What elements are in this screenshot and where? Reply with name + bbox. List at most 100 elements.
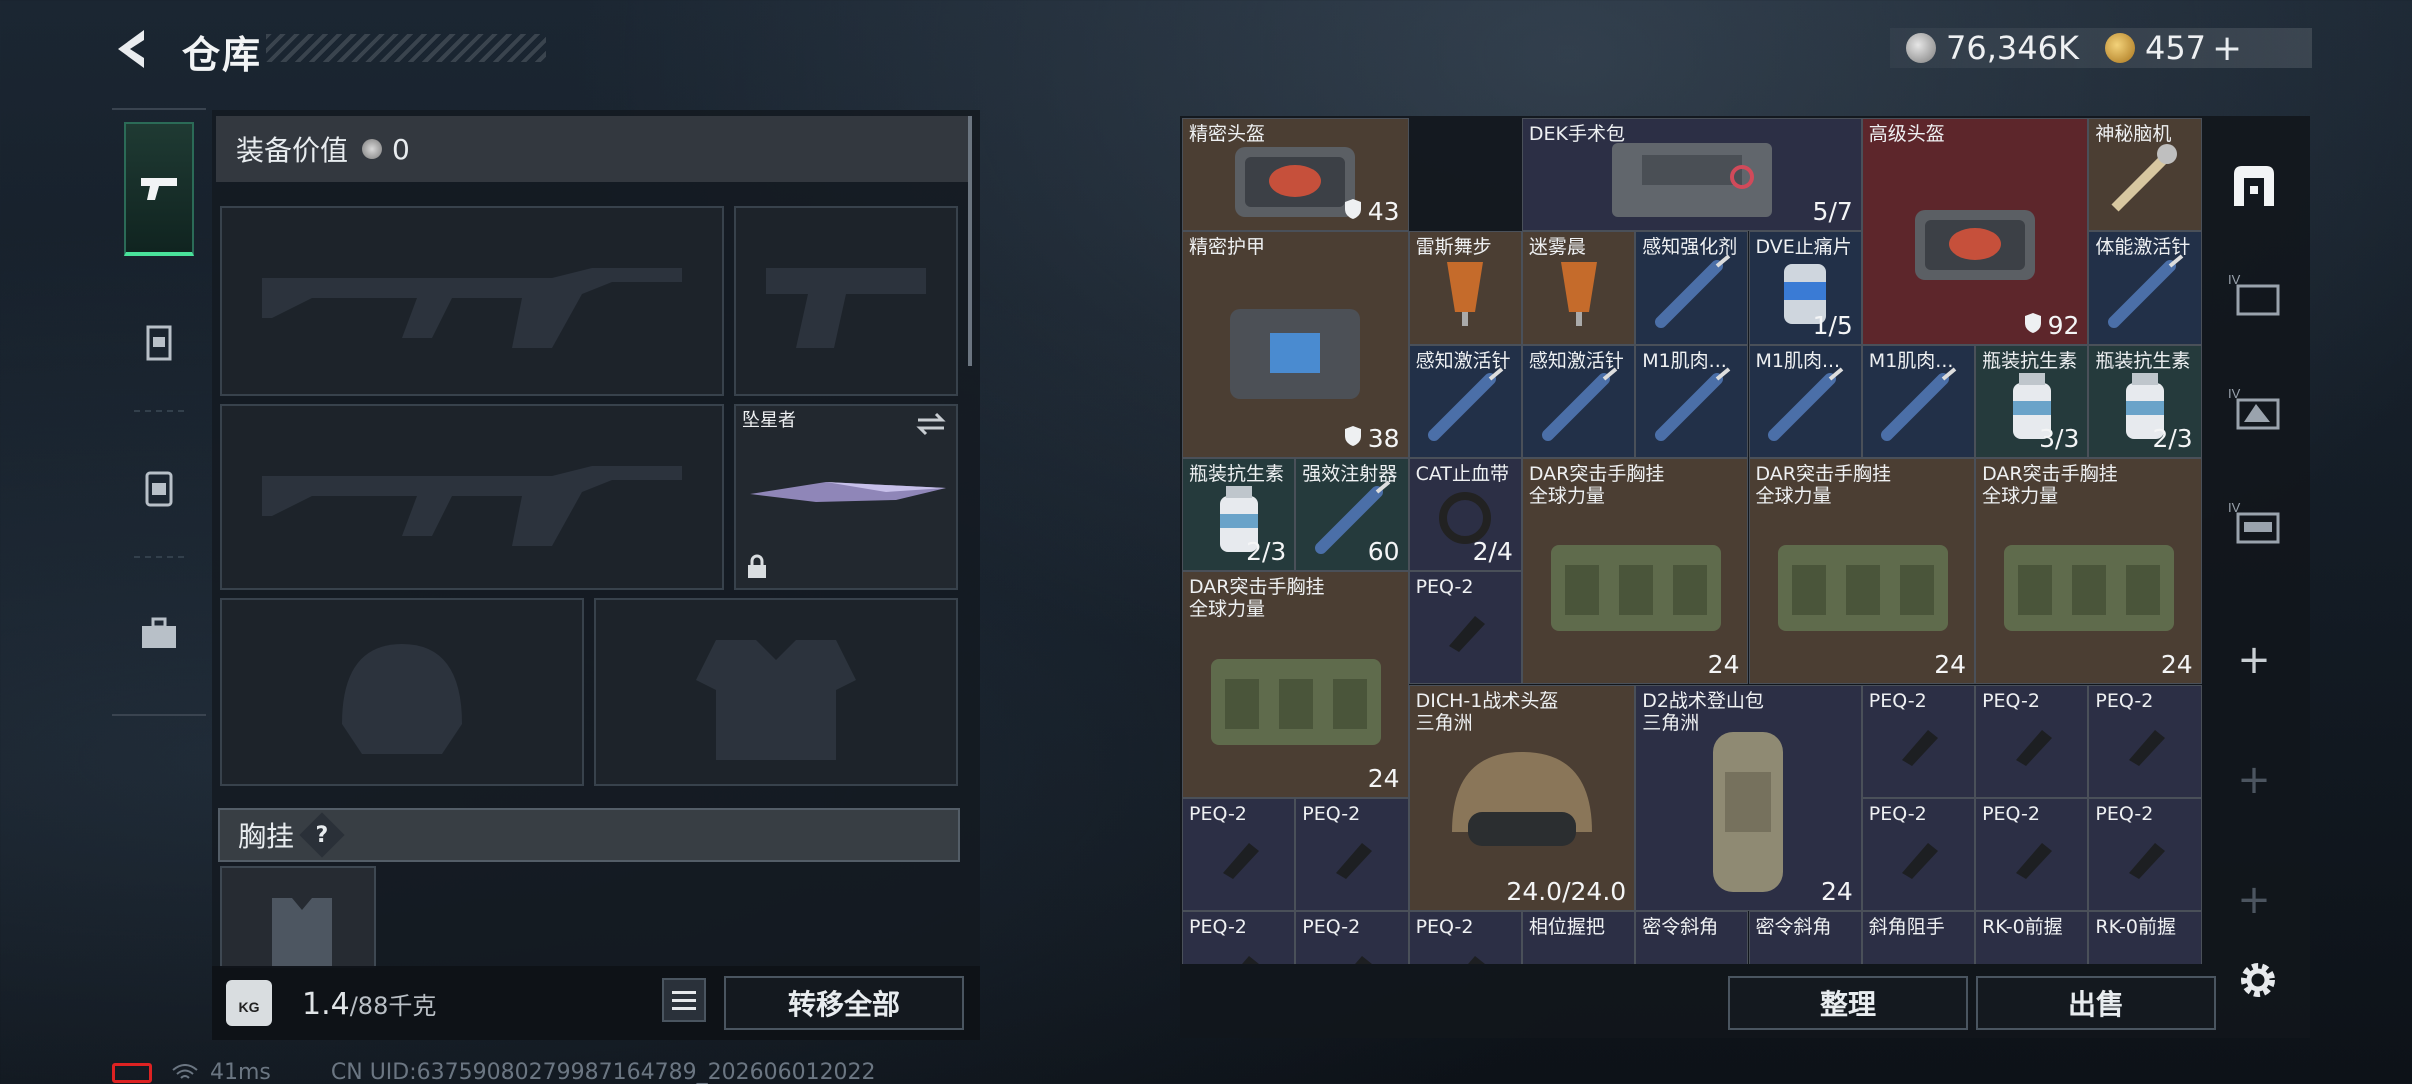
stash-item[interactable]: 感知强化剂: [1635, 231, 1749, 345]
help-icon[interactable]: ?: [299, 812, 345, 858]
item-value: 24: [2160, 650, 2193, 680]
item-image-icon: [1873, 365, 1963, 449]
pistol-slot[interactable]: [734, 206, 958, 396]
stash-item[interactable]: 雷斯舞步: [1408, 231, 1522, 345]
stash-item[interactable]: PEQ-2: [2088, 797, 2202, 912]
item-name: 瓶装抗生素: [1189, 462, 1285, 485]
stash-item[interactable]: 密令斜角: [1748, 911, 1862, 964]
item-image-icon: [1647, 365, 1737, 449]
item-image-icon: [1209, 833, 1269, 887]
tab-shelf-iv-2[interactable]: IV: [2218, 372, 2290, 444]
tab-shelf-iv-1[interactable]: IV: [2218, 258, 2290, 330]
silver-amount: 76,346K: [1946, 29, 2079, 67]
gold-coin-icon: [2104, 33, 2135, 63]
stash-item[interactable]: PEQ-2: [1861, 797, 1976, 912]
armor-silhouette-icon: [696, 640, 856, 760]
stash-item[interactable]: 密令斜角: [1635, 911, 1749, 964]
stash-item[interactable]: D2战术登山包 三角洲 24: [1635, 684, 1862, 912]
stash-item[interactable]: RK-0前握: [1975, 911, 2089, 964]
helmet-slot[interactable]: [220, 598, 584, 786]
stash-item[interactable]: 瓶装抗生素 2/3: [1182, 457, 1296, 572]
stash-item[interactable]: 瓶装抗生素 2/3: [2088, 344, 2202, 458]
stash-item[interactable]: DAR突击手胸挂 全球力量 24: [1182, 571, 1409, 798]
stash-item[interactable]: DAR突击手胸挂 全球力量 24: [1975, 457, 2202, 685]
sort-button[interactable]: 整理: [1728, 976, 1968, 1030]
stash-item[interactable]: M1肌肉...: [1861, 344, 1976, 458]
stash-item[interactable]: 高级头盔 92: [1861, 118, 2089, 345]
stash-item[interactable]: PEQ-2: [1295, 797, 1409, 912]
settings-gear-icon[interactable]: [2234, 956, 2282, 1004]
battery-icon: [112, 1062, 152, 1083]
equipment-scrollbar[interactable]: [968, 116, 972, 366]
add-tab-button[interactable]: +: [2218, 624, 2290, 696]
add-tab-button-disabled[interactable]: +: [2218, 864, 2290, 936]
tab-shelf-iv-3[interactable]: IV: [2218, 486, 2290, 558]
weight-max: /88千克: [349, 992, 437, 1020]
item-value: 92: [2024, 311, 2079, 340]
stash-item[interactable]: 体能激活针: [2088, 231, 2202, 345]
stash-item[interactable]: DICH-1战术头盔 三角洲 24.0/24.0: [1408, 684, 1636, 912]
item-name: PEQ-2: [1189, 916, 1247, 939]
tab-helmet[interactable]: [124, 276, 194, 410]
item-name: PEQ-2: [1302, 916, 1361, 939]
item-name: PEQ-2: [1982, 802, 2040, 825]
tab-backpack[interactable]: [124, 420, 194, 554]
knife-icon: [750, 482, 946, 502]
stash-item[interactable]: 强效注射器 60: [1295, 457, 1409, 572]
stash-item[interactable]: 感知激活针: [1521, 344, 1636, 458]
stash-item[interactable]: DAR突击手胸挂 全球力量 24: [1521, 457, 1749, 685]
item-image-icon: [2002, 951, 2062, 964]
back-button[interactable]: [112, 26, 158, 72]
secondary-weapon-slot[interactable]: [220, 404, 724, 590]
stash-item[interactable]: PEQ-2: [1182, 797, 1296, 912]
add-gold-button[interactable]: +: [2212, 28, 2242, 69]
melee-slot[interactable]: 坠星者: [734, 404, 958, 590]
stash-item[interactable]: 神秘脑机: [2088, 118, 2202, 232]
stash-item[interactable]: PEQ-2: [2088, 684, 2202, 798]
sell-button[interactable]: 出售: [1976, 976, 2216, 1030]
stash-item[interactable]: 迷雾晨: [1521, 231, 1636, 345]
tab-toolbox[interactable]: [124, 566, 194, 700]
stash-item[interactable]: PEQ-2: [1408, 911, 1522, 964]
item-image-icon: [1775, 951, 1835, 964]
stash-item[interactable]: 感知激活针: [1408, 344, 1522, 458]
stash-item[interactable]: PEQ-2: [1861, 684, 1976, 798]
stash-item[interactable]: PEQ-2: [1295, 911, 1409, 964]
tab-weapons[interactable]: [124, 122, 194, 256]
stash-item[interactable]: M1肌肉...: [1635, 344, 1749, 458]
armor-slot[interactable]: [594, 598, 958, 786]
stash-item[interactable]: 相位握把: [1521, 911, 1636, 964]
stash-item[interactable]: DEK手术包 5/7: [1521, 118, 1862, 232]
stash-item[interactable]: M1肌肉...: [1748, 344, 1862, 458]
lock-icon: [748, 554, 766, 578]
melee-name: 坠星者: [742, 410, 796, 431]
item-value: 60: [1367, 537, 1400, 567]
equipment-value-bar: 装备价值 0: [216, 116, 968, 182]
equipment-value: 0: [392, 132, 410, 166]
stash-item[interactable]: 斜角阻手: [1861, 911, 1976, 964]
list-view-button[interactable]: [662, 978, 706, 1022]
tab-safe-box[interactable]: [2218, 150, 2290, 222]
add-tab-button-disabled[interactable]: +: [2218, 744, 2290, 816]
stash-item[interactable]: DAR突击手胸挂 全球力量 24: [1748, 457, 1976, 685]
stash-item[interactable]: 精密头盔 43: [1182, 118, 1409, 232]
transfer-all-button[interactable]: 转移全部: [724, 976, 964, 1030]
weight-kg-icon: KG: [226, 980, 272, 1026]
swap-icon[interactable]: [916, 412, 946, 436]
primary-weapon-slot[interactable]: [220, 206, 724, 396]
chest-rig-slot[interactable]: [220, 866, 376, 968]
durability-shield-icon: [1344, 197, 1362, 226]
stash-item[interactable]: DVE止痛片 1/5: [1748, 231, 1862, 345]
item-name: DICH-1战术头盔 三角洲: [1415, 689, 1559, 734]
stash-item[interactable]: 精密护甲 38: [1182, 231, 1409, 458]
stash-item[interactable]: PEQ-2: [1182, 911, 1296, 964]
stash-item[interactable]: PEQ-2: [1975, 684, 2089, 798]
back-arrow-icon: [118, 30, 144, 68]
stash-item[interactable]: 瓶装抗生素 3/3: [1975, 344, 2089, 458]
item-value: 5/7: [1812, 197, 1853, 227]
title-decoration: [266, 34, 546, 62]
stash-item[interactable]: PEQ-2: [1408, 571, 1522, 685]
stash-item[interactable]: PEQ-2: [1975, 797, 2089, 912]
stash-item[interactable]: CAT止血带 2/4: [1408, 457, 1522, 572]
stash-item[interactable]: RK-0前握: [2088, 911, 2202, 964]
